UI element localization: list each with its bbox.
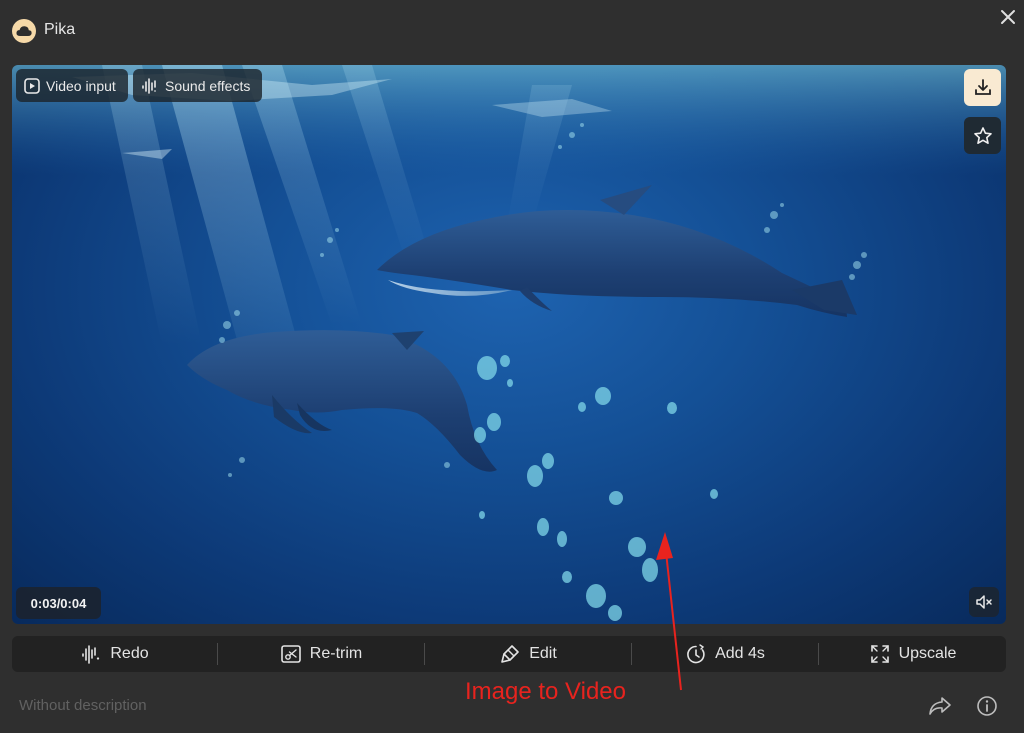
redo-label: Redo [110,645,149,662]
close-icon[interactable] [996,5,1020,29]
timer-icon [687,644,705,664]
retrim-label: Re-trim [309,645,363,662]
video-input-chip[interactable]: Video input [16,69,128,102]
mute-button[interactable] [969,587,999,617]
retrim-button[interactable]: Re-trim [218,636,424,672]
edit-label: Edit [529,645,557,662]
play-icon [24,77,40,94]
redo-button[interactable]: Redo [12,636,217,672]
description-text[interactable]: Without description [19,697,147,714]
app-title: Pika [44,21,76,38]
add-4s-label: Add 4s [715,645,765,662]
download-button[interactable] [964,69,1001,106]
video-input-label: Video input [46,77,116,94]
star-icon [973,126,992,144]
favorite-button[interactable] [964,117,1001,154]
download-icon [974,78,991,95]
add-4s-button[interactable]: Add 4s [632,636,818,672]
retrim-icon [280,645,301,663]
playback-time: 0:03/0:04 [16,587,101,619]
redo-icon [82,645,100,664]
waveform-icon [142,77,156,94]
action-toolbar: Redo Re-trim Edit Add 4s Upscale [12,636,1006,672]
cloud-logo-icon [12,19,36,43]
sound-effects-chip[interactable]: Sound effects [133,69,262,102]
video-frame-image [12,65,1006,621]
info-button[interactable] [973,692,1001,720]
upscale-button[interactable]: Upscale [819,636,1006,672]
sound-effects-label: Sound effects [165,77,251,94]
edit-button[interactable]: Edit [425,636,631,672]
share-icon [929,697,951,715]
upscale-label: Upscale [898,645,957,662]
share-button[interactable] [926,692,954,720]
mute-icon [976,595,992,609]
video-player[interactable]: Video input Sound effects 0:03/0:04 [12,65,1006,624]
expand-icon [870,645,889,663]
annotation-label: Image to Video [465,678,627,705]
app-header: Pika [0,0,1024,60]
info-icon [977,696,997,716]
brush-icon [501,645,520,663]
